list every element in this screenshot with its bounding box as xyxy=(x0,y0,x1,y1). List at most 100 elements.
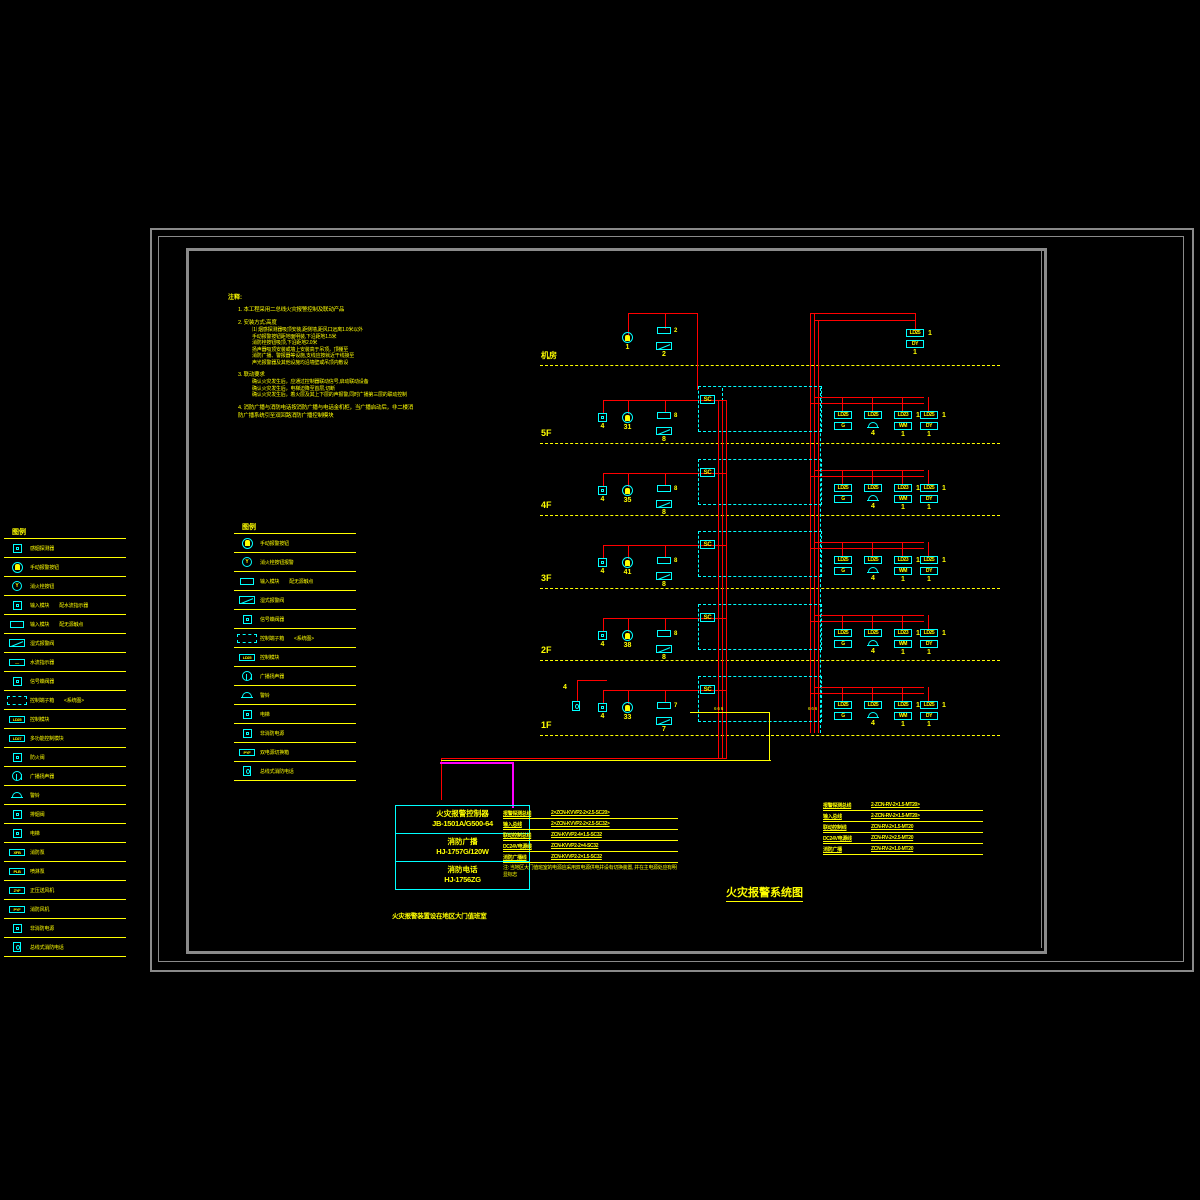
legend-row: 非消防电源 xyxy=(4,919,126,938)
input-module-plain-icon xyxy=(10,620,24,628)
smoke-detector-icon xyxy=(12,543,22,553)
legend-row: PYF 双电源切换箱 xyxy=(234,743,356,762)
legend-row: 排烟阀 xyxy=(4,805,126,824)
cable-row: 输入总线 2×ZCN-KVVP2-2×2.5-SC32> xyxy=(503,819,678,830)
legend-row: XFB 消防泵 xyxy=(4,843,126,862)
legend-icon-cell xyxy=(4,561,30,573)
fire-phone-icon xyxy=(13,942,21,952)
title-block-column xyxy=(1041,248,1171,948)
diagram-title-text: 火灾报警系统图 xyxy=(726,884,803,902)
notes-block: 注释: 1. 本工程采用二总线火灾报警控制及联动产品 2. 安装方式:高度 ⑴ … xyxy=(228,292,413,420)
cable-spec-table-right: 报警探测总线 2-ZCN-RV-2×1.5-MT20> 输入总线 2-ZCN-RV-2… xyxy=(823,800,983,855)
legend-label: 控制模块 xyxy=(30,716,50,723)
legend-icon-cell xyxy=(4,752,30,762)
elevator-icon xyxy=(12,828,22,838)
legend-icon-cell xyxy=(234,728,260,738)
water-flow-icon xyxy=(9,639,25,647)
legend-label: 排烟阀 xyxy=(30,811,45,818)
legend-row: Y 消火栓按钮报警 xyxy=(234,553,356,572)
legend-row: 电梯 xyxy=(4,824,126,843)
legend-label: 消火栓按钮报警 xyxy=(260,559,294,566)
legend-label: 喷淋泵 xyxy=(30,868,45,875)
input-module-icon xyxy=(12,600,22,610)
legend-left-rows: 感烟探测器 手动报警按钮 Y 消火栓按钮 输入模块 配水流指示器 输入模块 配无源触点 湿式报警… xyxy=(4,539,126,957)
legend-row: 湿式报警阀 xyxy=(4,634,126,653)
exhaust-fan-icon: PYF xyxy=(9,905,25,913)
cable-value: ZCN-RV-2×1.0-MT20 xyxy=(871,846,914,852)
cable-key: 输入总线 xyxy=(823,813,842,820)
legend-icon-cell: PYF xyxy=(4,905,30,913)
legend-row: PYF 消防风机 xyxy=(4,900,126,919)
cable-value: ZCN-KVVP2-2×1.5-SC32 xyxy=(551,854,602,860)
legend-label: 总线式消防电话 xyxy=(30,944,64,951)
legend-icon-cell xyxy=(234,537,260,549)
legend-label: 非消防电源 xyxy=(30,925,55,932)
cable-key: 联动控制线 xyxy=(823,824,847,831)
legend-row: 信号蝶阀器 xyxy=(234,610,356,629)
legend-icon-cell xyxy=(234,709,260,719)
legend-label: 湿式报警阀 xyxy=(260,597,285,604)
legend-label-secondary: 配无源触点 xyxy=(59,621,84,628)
cable-key: DC24V电源线 xyxy=(503,843,532,850)
cable-row: 联动控制线 ZCN-RV-2×1.5-MT20 xyxy=(823,822,983,833)
cable-value: 2×ZCN-KVVP2-2×2.5-SC20> xyxy=(551,810,610,816)
legend-row: LD27 多功能控制模块 xyxy=(4,729,126,748)
legend-icon-cell xyxy=(234,671,260,681)
manual-call-point-icon xyxy=(241,537,253,549)
notes-title: 注释: xyxy=(228,295,242,301)
legend-icon-cell xyxy=(234,614,260,624)
legend-icon-cell xyxy=(4,620,30,628)
legend-icon-cell: Y xyxy=(4,581,30,591)
legend-label: 非消防电源 xyxy=(260,730,285,737)
legend-row: 手动报警按钮 xyxy=(234,534,356,553)
note-item-4: 4. 消防广播与消防电话按消防广播与电话金机柜，当广播启动后，非二楼消防广播系统… xyxy=(238,404,414,419)
note-sub3-3: 确认火灾发生后，着火层及其上下层的声报警,同时广播第三层的联动控制 xyxy=(252,392,407,398)
cable-value: 2×ZCN-KVVP2-2×2.5-SC32> xyxy=(551,821,610,827)
multi-control-icon: LD27 xyxy=(9,734,25,742)
cable-row: 消防广播 ZCN-RV-2×1.0-MT20 xyxy=(823,844,983,855)
legend-icon-cell: Y xyxy=(234,557,260,567)
cable-key: 消防广播 xyxy=(823,846,842,853)
legend-icon-cell: PYF xyxy=(234,748,260,756)
cable-key: 联动控制总线 xyxy=(503,832,532,839)
legend-row: 警铃 xyxy=(4,786,126,805)
legend-label-secondary: <系统图> xyxy=(294,635,314,642)
cable-left-rows: 报警探测总线 2×ZCN-KVVP2-2×2.5-SC20> 输入总线 2×ZCN-K… xyxy=(503,808,678,863)
legend-label-secondary: 配无源触点 xyxy=(289,578,314,585)
signal-valve-icon xyxy=(12,676,22,686)
cable-value: 2-ZCN-RV-2×1.5-MT20> xyxy=(871,802,920,808)
legend-label: 输入模块 xyxy=(30,602,50,609)
legend-row: LD25 控制模块 xyxy=(4,710,126,729)
speaker-icon xyxy=(242,671,252,681)
legend-label: 双电源切换箱 xyxy=(260,749,289,756)
cable-key: DC24V电源线 xyxy=(823,835,852,842)
legend-label: 感烟探测器 xyxy=(30,545,55,552)
legend-row: 防火阀 xyxy=(4,748,126,767)
legend-icon-cell: ZYF xyxy=(4,886,30,894)
exhaust-fan-icon: PYF xyxy=(239,748,255,756)
legend-row: — 水流指示器 xyxy=(4,653,126,672)
legend-icon-cell xyxy=(4,942,30,952)
legend-label: 消防泵 xyxy=(30,849,45,856)
note-item-1: 1. 本工程采用二总线火灾报警控制及联动产品 xyxy=(238,307,345,313)
legend-row: 电梯 xyxy=(234,705,356,724)
legend-icon-cell xyxy=(4,791,30,799)
legend-panel-middle: 图例 手动报警按钮 Y 消火栓按钮报警 输入模块 配无源触点 湿式报警阀 信号蝶阀器 控制端子… xyxy=(234,522,356,781)
legend-icon-cell xyxy=(234,691,260,699)
legend-label-secondary: <系统图> xyxy=(64,697,84,704)
legend-icon-cell xyxy=(234,633,260,643)
fire-phone-icon xyxy=(243,766,251,776)
legend-row: 湿式报警阀 xyxy=(234,591,356,610)
speaker-icon xyxy=(12,771,22,781)
hydrant-button-icon: Y xyxy=(12,581,22,591)
sprinkler-pump-icon: XFB xyxy=(9,848,25,856)
equipment-caption: 火灾报警装置设在地区大门值班室 xyxy=(392,913,487,920)
legend-panel-left: 图例 感烟探测器 手动报警按钮 Y 消火栓按钮 输入模块 配水流指示器 输入模块 配无源触点湿… xyxy=(4,527,126,957)
legend-row: LD25 控制模块 xyxy=(234,648,356,667)
control-module-icon: LD25 xyxy=(9,715,25,723)
smoke-damper-icon xyxy=(12,809,22,819)
legend-row: 广播扬声器 xyxy=(234,667,356,686)
legend-icon-cell xyxy=(234,577,260,585)
legend-label: 湿式报警阀 xyxy=(30,640,55,647)
bell-icon xyxy=(241,691,253,699)
